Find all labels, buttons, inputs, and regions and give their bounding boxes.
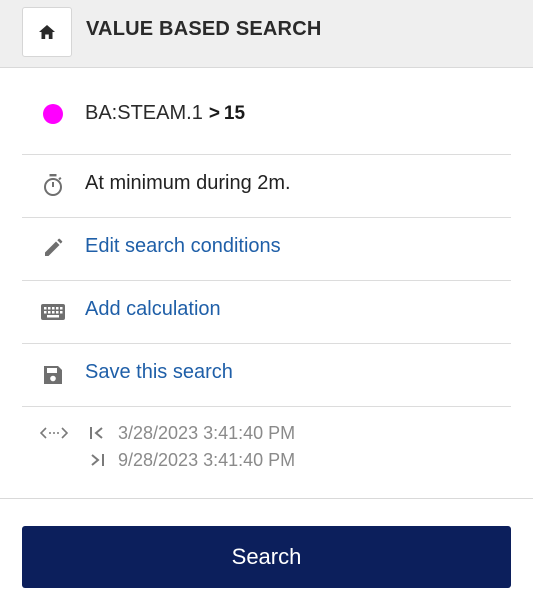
save-this-search-link[interactable]: Save this search — [85, 361, 233, 384]
add-calculation-link[interactable]: Add calculation — [85, 298, 221, 321]
range-start-time[interactable]: 3/28/2023 3:41:40 PM — [118, 423, 295, 444]
tag-name: BA:STEAM.1 — [85, 102, 203, 124]
series-color-dot — [40, 101, 66, 127]
edit-search-conditions-link[interactable]: Edit search conditions — [85, 235, 281, 258]
keyboard-icon — [40, 299, 66, 325]
save-icon — [40, 362, 66, 388]
condition-threshold: 15 — [223, 103, 246, 124]
save-search-row[interactable]: Save this search — [22, 344, 511, 407]
condition-operator: > — [208, 103, 220, 124]
range-end-time[interactable]: 9/28/2023 3:41:40 PM — [118, 450, 295, 471]
header-bar: VALUE BASED SEARCH — [0, 0, 533, 68]
edit-conditions-row[interactable]: Edit search conditions — [22, 218, 511, 281]
range-end-icon — [89, 453, 105, 472]
timer-icon — [40, 172, 66, 198]
pencil-icon — [40, 235, 66, 261]
search-button[interactable]: Search — [22, 526, 511, 588]
home-button[interactable] — [22, 7, 72, 57]
range-icon — [39, 426, 69, 445]
duration-text: At minimum during 2m. — [85, 172, 291, 194]
range-start-icon — [89, 426, 105, 445]
divider — [0, 498, 533, 499]
condition-text: BA:STEAM.1 >15 — [85, 102, 245, 125]
add-calculation-row[interactable]: Add calculation — [22, 281, 511, 344]
home-icon — [39, 25, 55, 39]
duration-row: At minimum during 2m. — [22, 155, 511, 218]
condition-row: BA:STEAM.1 >15 — [22, 68, 511, 155]
page-title: VALUE BASED SEARCH — [86, 18, 322, 40]
